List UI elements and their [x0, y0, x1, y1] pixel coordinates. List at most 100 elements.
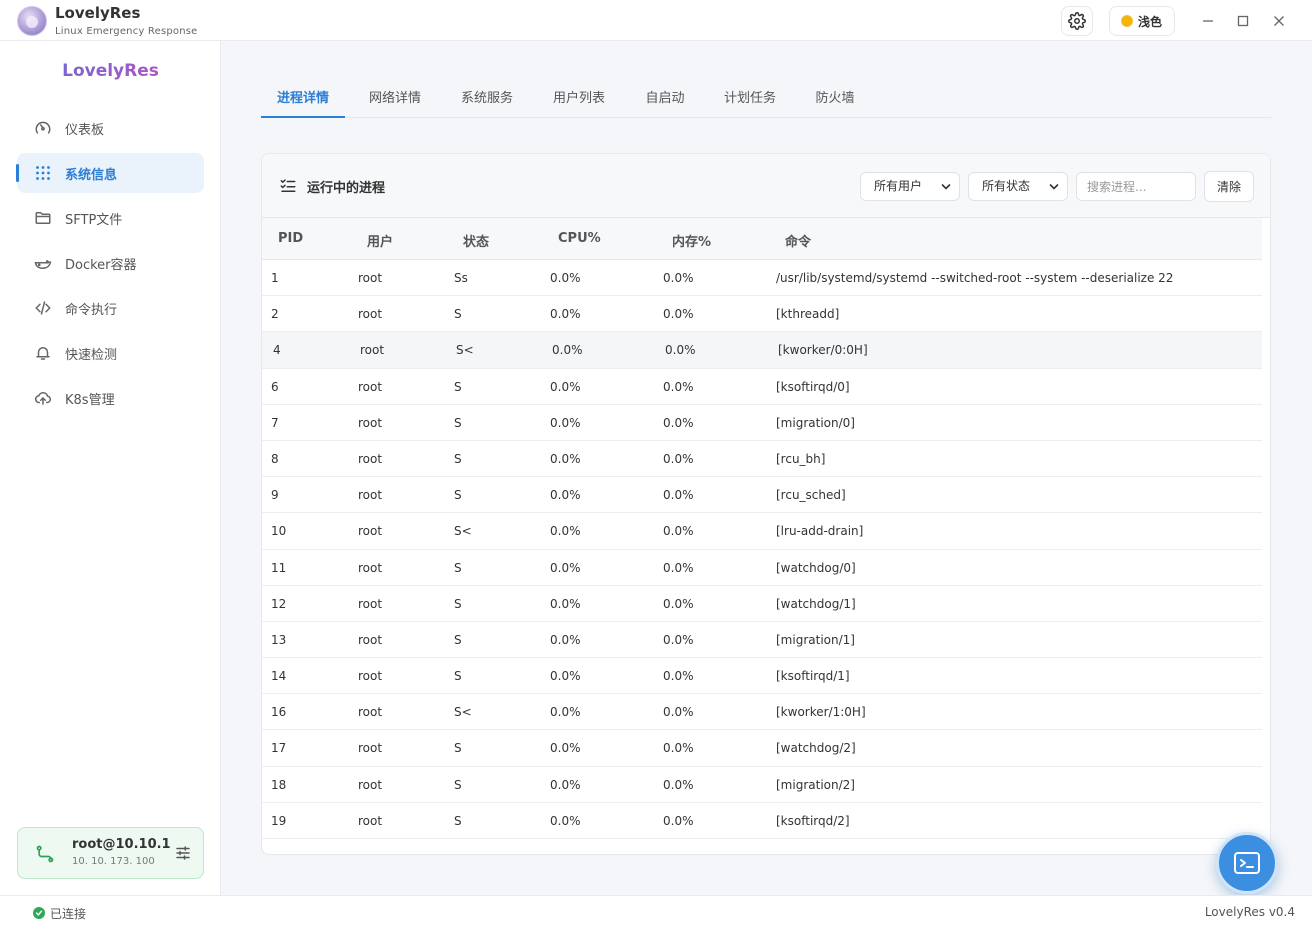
table-row[interactable]: 4 root S< 0.0% 0.0% [kworker/0:0H]: [262, 332, 1262, 369]
close-button[interactable]: [1267, 9, 1291, 33]
cell-pid: 6: [271, 379, 279, 394]
tab-system-services[interactable]: 系统服务: [449, 80, 525, 118]
open-terminal-button[interactable]: [1216, 832, 1278, 894]
cell-memory: 0.0%: [663, 271, 694, 285]
table-row[interactable]: 2 root S 0.0% 0.0% [kthreadd]: [262, 296, 1262, 333]
cell-memory: 0.0%: [663, 560, 694, 575]
connection-card[interactable]: root@10.10.173.100 10. 10. 173. 100: [17, 827, 204, 879]
cell-cpu: 0.0%: [550, 307, 581, 322]
sidebar-item-quick-check[interactable]: 快速检测: [17, 333, 204, 373]
sidebar-nav: 仪表板 系统信息 SFTP文件 Docker容器 命令执行 快速检测 K8s管理: [16, 108, 204, 423]
sidebar-item-command[interactable]: 命令执行: [17, 288, 204, 328]
cell-state: S: [454, 777, 462, 792]
tab-network-details[interactable]: 网络详情: [357, 80, 433, 118]
table-row[interactable]: 11 root S 0.0% 0.0% [watchdog/0]: [262, 549, 1262, 586]
cell-command: [lru-add-drain]: [776, 524, 864, 539]
cell-state: S: [454, 560, 462, 575]
clear-filter-button[interactable]: 清除: [1204, 171, 1254, 202]
column-header-state[interactable]: 状态: [463, 231, 489, 250]
connection-status-text: 已连接: [50, 907, 87, 921]
maximize-button[interactable]: [1231, 9, 1255, 33]
cell-command: [watchdog/2]: [776, 741, 856, 756]
table-row[interactable]: 8 root S 0.0% 0.0% [rcu_bh]: [262, 440, 1262, 478]
state-filter-select[interactable]: 所有状态: [968, 172, 1068, 201]
tab-cron-jobs[interactable]: 计划任务: [712, 80, 788, 118]
cell-pid: 7: [271, 415, 279, 430]
bell-icon: [34, 344, 52, 362]
cell-cpu: 0.0%: [550, 379, 581, 394]
table-row[interactable]: 14 root S 0.0% 0.0% [ksoftirqd/1]: [262, 658, 1262, 695]
sidebar-item-system-info[interactable]: 系统信息: [16, 153, 204, 193]
sidebar-item-label: 系统信息: [65, 167, 118, 183]
table-row[interactable]: 10 root S< 0.0% 0.0% [lru-add-drain]: [262, 513, 1262, 550]
column-header-cpu[interactable]: CPU%: [558, 231, 601, 246]
cell-command: /usr/lib/systemd/systemd --switched-root…: [776, 271, 1174, 285]
table-row[interactable]: 18 root S 0.0% 0.0% [migration/2]: [262, 766, 1262, 803]
cell-cpu: 0.0%: [550, 488, 581, 503]
theme-toggle-button[interactable]: 浅色: [1109, 6, 1175, 36]
sidebar-item-docker[interactable]: Docker容器: [17, 243, 204, 283]
user-filter-select[interactable]: 所有用户: [860, 172, 960, 201]
table-row[interactable]: 7 root S 0.0% 0.0% [migration/0]: [262, 404, 1262, 441]
sidebar-item-label: K8s管理: [65, 392, 115, 408]
table-scrollbar[interactable]: [1262, 218, 1270, 854]
connection-ip: 10. 10. 173. 100: [72, 856, 155, 867]
cell-user: root: [358, 705, 383, 720]
cell-memory: 0.0%: [663, 451, 694, 466]
column-header-command[interactable]: 命令: [785, 231, 811, 250]
table-row[interactable]: 19 root S 0.0% 0.0% [ksoftirqd/2]: [262, 802, 1262, 839]
cell-pid: 14: [271, 669, 287, 684]
cell-command: [migration/1]: [776, 632, 855, 647]
table-row[interactable]: 16 root S< 0.0% 0.0% [kworker/1:0H]: [262, 694, 1262, 731]
cell-command: [migration/0]: [776, 415, 855, 430]
cell-memory: 0.0%: [663, 669, 694, 684]
sidebar-item-label: 仪表板: [65, 122, 105, 138]
tab-firewall[interactable]: 防火墙: [807, 80, 863, 118]
process-panel-title: 运行中的进程: [307, 181, 386, 196]
sidebar-item-sftp[interactable]: SFTP文件: [17, 198, 204, 238]
table-row[interactable]: 13 root S 0.0% 0.0% [migration/1]: [262, 621, 1262, 659]
column-header-memory[interactable]: 内存%: [672, 231, 711, 250]
cell-state: S<: [456, 343, 474, 358]
cell-state: S<: [454, 524, 472, 539]
column-header-pid[interactable]: PID: [278, 231, 303, 246]
cell-user: root: [358, 741, 383, 756]
tab-bar: 进程详情 网络详情 系统服务 用户列表 自启动 计划任务 防火墙: [261, 80, 1271, 118]
cell-cpu: 0.0%: [550, 596, 581, 611]
tab-user-list[interactable]: 用户列表: [541, 80, 617, 118]
cell-pid: 4: [273, 343, 281, 358]
cloud-upload-icon: [34, 389, 52, 407]
cell-memory: 0.0%: [665, 343, 696, 358]
chevron-down-icon: [941, 184, 951, 190]
connected-check-icon: [33, 907, 45, 919]
cell-cpu: 0.0%: [550, 415, 581, 430]
sidebar-item-k8s[interactable]: K8s管理: [17, 378, 204, 418]
cell-pid: 13: [271, 632, 287, 647]
table-row[interactable]: 12 root S 0.0% 0.0% [watchdog/1]: [262, 585, 1262, 622]
cell-command: [kworker/1:0H]: [776, 705, 866, 720]
sidebar-item-label: Docker容器: [65, 257, 137, 273]
cell-command: [ksoftirqd/2]: [776, 813, 850, 828]
table-row[interactable]: 17 root S 0.0% 0.0% [watchdog/2]: [262, 730, 1262, 767]
settings-button[interactable]: [1061, 6, 1093, 36]
column-header-user[interactable]: 用户: [367, 231, 393, 250]
cell-state: S<: [454, 705, 472, 720]
sidebar-item-dashboard[interactable]: 仪表板: [17, 108, 204, 148]
table-row[interactable]: 1 root Ss 0.0% 0.0% /usr/lib/systemd/sys…: [262, 260, 1262, 297]
state-filter-value: 所有状态: [982, 179, 1031, 193]
app-title: LovelyRes: [55, 4, 141, 22]
table-row[interactable]: 9 root S 0.0% 0.0% [rcu_sched]: [262, 477, 1262, 514]
tab-autostart[interactable]: 自启动: [637, 80, 693, 118]
table-row[interactable]: 6 root S 0.0% 0.0% [ksoftirqd/0]: [262, 368, 1262, 405]
cell-command: [kworker/0:0H]: [778, 343, 868, 358]
minimize-button[interactable]: [1196, 9, 1220, 33]
cell-command: [watchdog/0]: [776, 560, 856, 575]
cell-state: Ss: [454, 271, 468, 285]
cell-user: root: [358, 669, 383, 684]
sliders-icon[interactable]: [174, 844, 192, 862]
cell-user: root: [358, 379, 383, 394]
tab-process-details[interactable]: 进程详情: [261, 80, 345, 118]
cell-memory: 0.0%: [663, 488, 694, 503]
process-search-input[interactable]: [1076, 172, 1196, 201]
sidebar-item-label: SFTP文件: [65, 212, 123, 228]
